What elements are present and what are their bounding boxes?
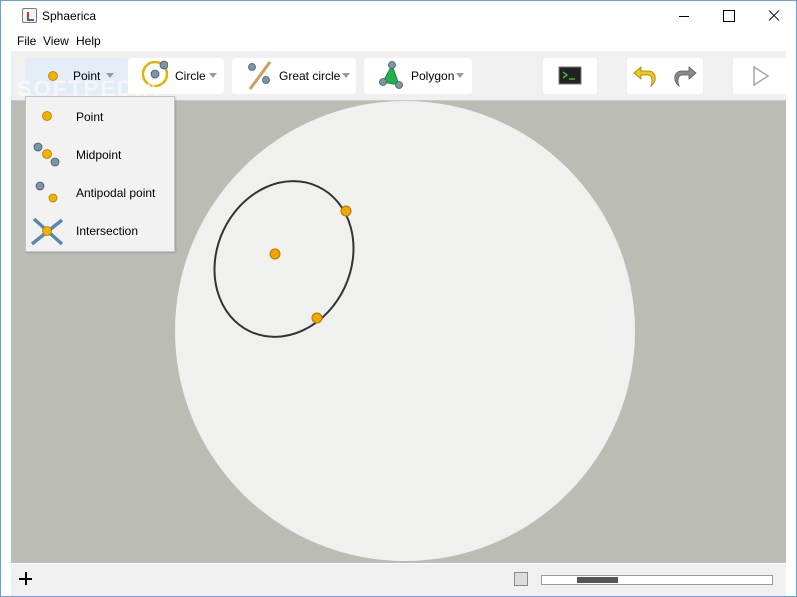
chevron-down-icon[interactable]	[456, 73, 464, 78]
point-tool-dropdown: Point Midpoint Antipodal point Intersect…	[25, 96, 175, 252]
polygon-tool-icon	[379, 61, 403, 89]
menu-file[interactable]: File	[17, 34, 36, 48]
menu-item-antipodal-point-label: Antipodal point	[76, 186, 156, 200]
circle-point-a[interactable]	[340, 205, 352, 217]
menu-bar: File View Help	[1, 31, 796, 51]
redo-arrow-icon[interactable]	[665, 58, 703, 94]
run-button[interactable]	[733, 58, 787, 94]
menu-view[interactable]: View	[43, 34, 69, 48]
minimize-button[interactable]	[661, 1, 707, 31]
menu-help[interactable]: Help	[76, 34, 101, 48]
great-circle-tool-button[interactable]: Great circle	[232, 58, 356, 94]
polygon-tool-label: Polygon	[411, 69, 455, 83]
maximize-button[interactable]	[706, 1, 752, 31]
circle-tool-label: Circle	[175, 69, 206, 83]
sphere-disc[interactable]	[175, 101, 635, 561]
menu-item-antipodal-point[interactable]: Antipodal point	[26, 173, 174, 211]
scrollbar-thumb[interactable]	[577, 577, 618, 583]
menu-item-point-label: Point	[76, 110, 104, 124]
great-circle-tool-icon	[248, 61, 272, 90]
terminal-icon	[558, 66, 582, 85]
great-circle-tool-label: Great circle	[279, 69, 341, 83]
wrench-icon[interactable]	[514, 572, 528, 586]
antipodal-point-icon	[35, 181, 58, 203]
chevron-down-icon[interactable]	[209, 73, 217, 78]
menu-item-intersection-label: Intersection	[76, 224, 139, 238]
plus-icon[interactable]	[15, 568, 37, 590]
chevron-down-icon[interactable]	[342, 73, 350, 78]
console-button[interactable]	[543, 58, 597, 94]
horizontal-scrollbar[interactable]	[541, 575, 773, 585]
window-title: Sphaerica	[42, 9, 97, 23]
menu-item-midpoint[interactable]: Midpoint	[26, 135, 174, 173]
point-icon	[42, 111, 52, 121]
circle-point-b[interactable]	[311, 312, 323, 324]
menu-item-midpoint-label: Midpoint	[76, 148, 122, 162]
app-window: Sphaerica File View Help Point Circle Gr…	[0, 0, 797, 597]
close-button[interactable]	[751, 1, 796, 31]
menu-item-point[interactable]: Point	[26, 97, 174, 135]
play-icon	[753, 65, 770, 87]
java-app-icon	[22, 8, 37, 23]
status-bar	[11, 564, 786, 596]
circle-center-point[interactable]	[269, 248, 281, 260]
intersection-icon	[30, 217, 64, 246]
title-bar: Sphaerica	[1, 1, 796, 31]
undo-redo-group	[627, 58, 703, 94]
midpoint-icon	[33, 142, 60, 167]
polygon-tool-button[interactable]: Polygon	[364, 58, 472, 94]
menu-item-intersection[interactable]: Intersection	[26, 211, 174, 249]
undo-arrow-icon[interactable]	[627, 58, 665, 94]
